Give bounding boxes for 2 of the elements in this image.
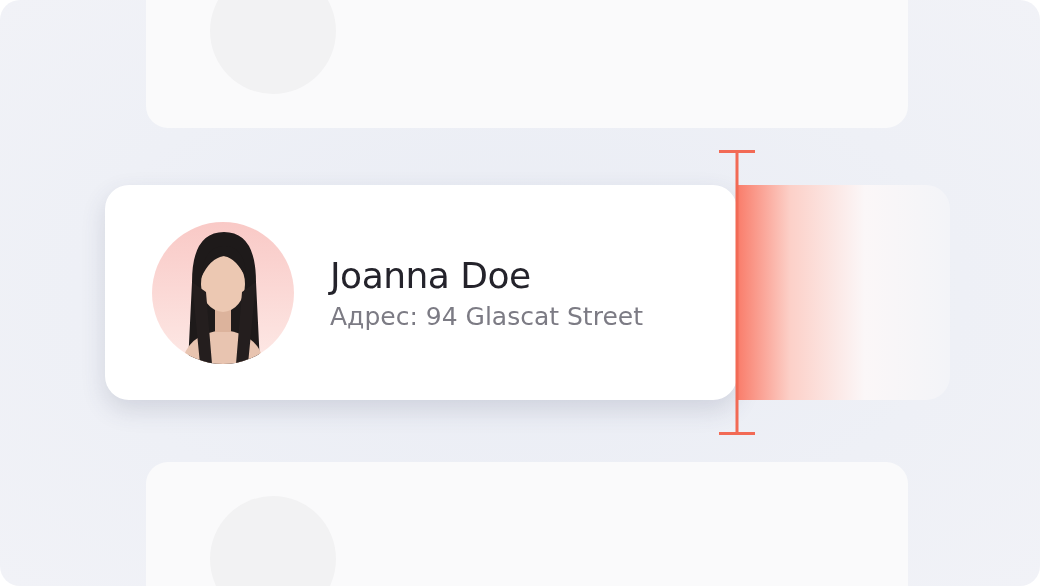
contact-name: Joanna Doe <box>330 254 532 296</box>
contact-address: Адрес: 94 Glascat Street <box>330 301 643 331</box>
